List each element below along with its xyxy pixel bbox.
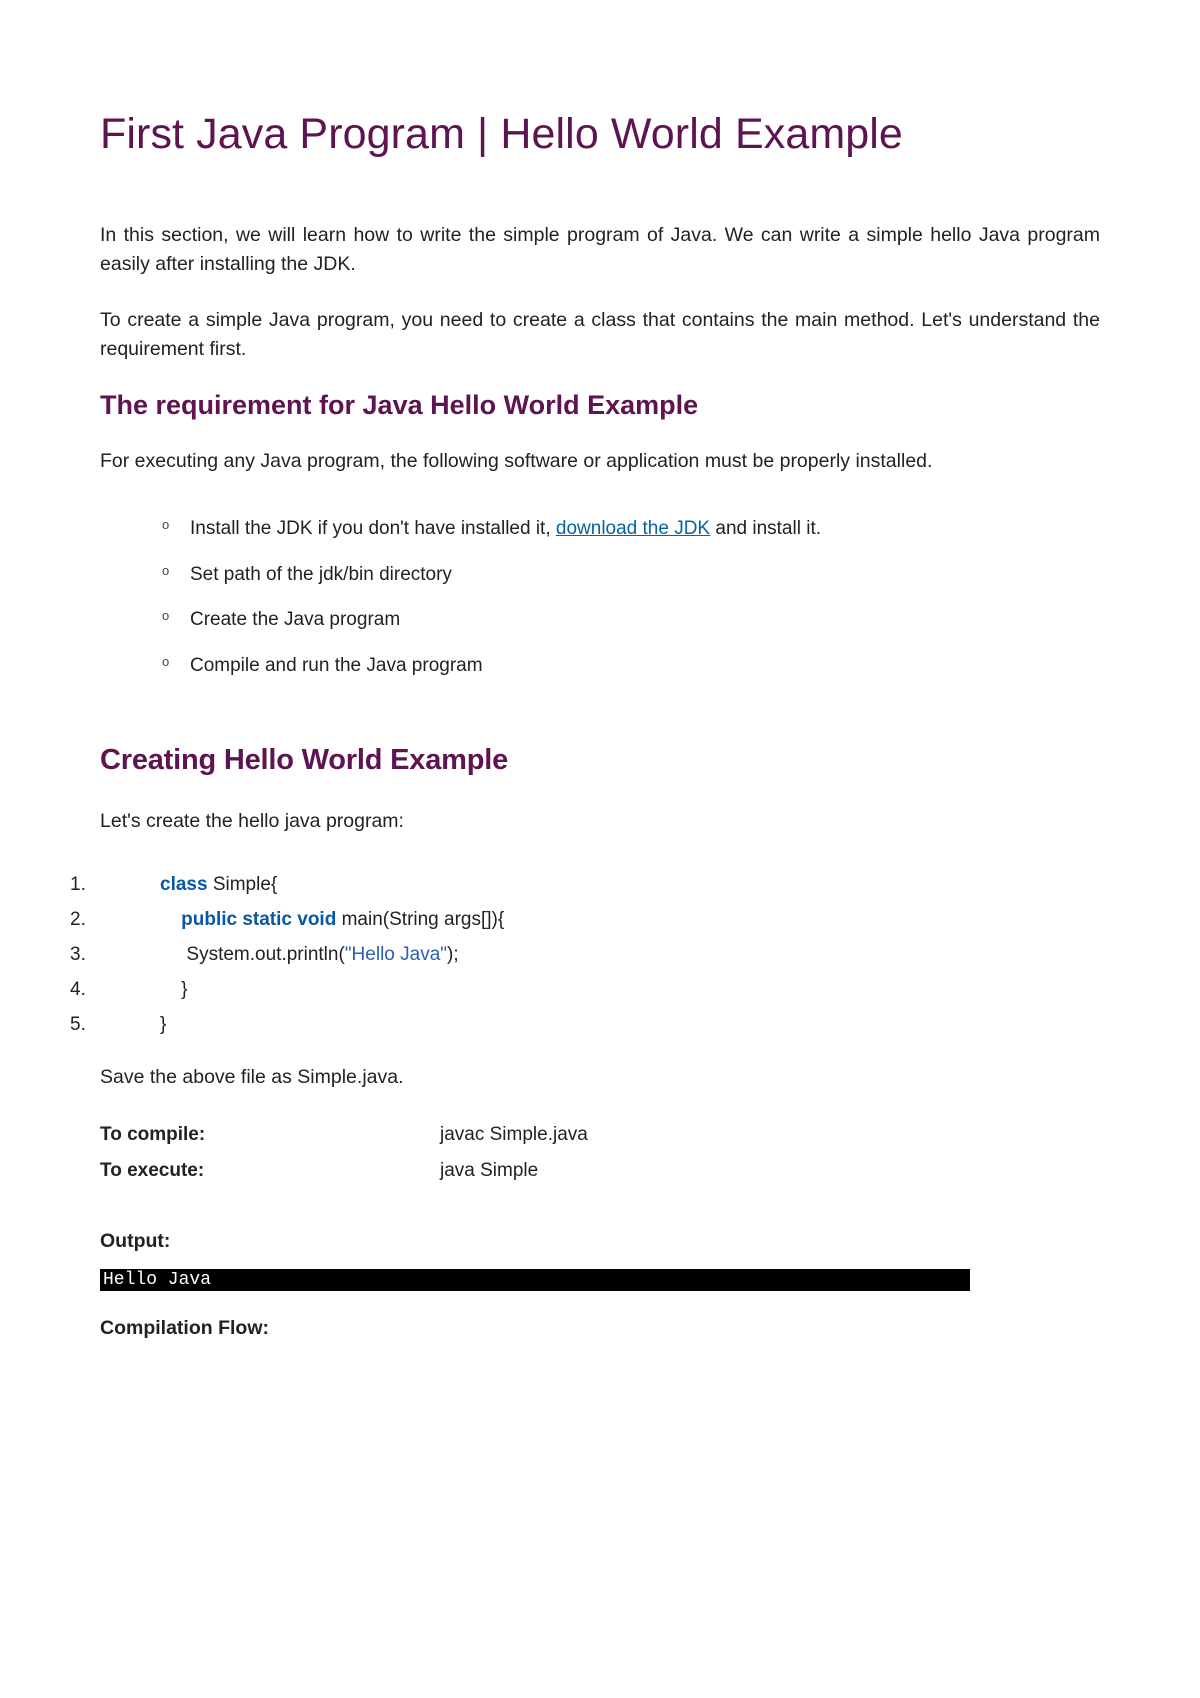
intro-paragraph-2: To create a simple Java program, you nee…: [100, 306, 1100, 365]
list-item-text-post: and install it.: [710, 518, 821, 539]
line-number: 5.: [70, 1007, 110, 1042]
requirement-description: For executing any Java program, the foll…: [100, 447, 1100, 476]
execute-command: java Simple: [440, 1153, 1100, 1189]
code-text: }: [160, 1014, 177, 1035]
line-number: 4.: [70, 972, 110, 1007]
list-item: Set path of the jdk/bin directory: [162, 552, 1100, 598]
download-jdk-link[interactable]: download the JDK: [556, 518, 710, 539]
table-row: To compile: javac Simple.java: [100, 1117, 1100, 1153]
code-content: class Simple{: [110, 867, 288, 902]
indent: [160, 979, 181, 1000]
page-title: First Java Program | Hello World Example: [100, 110, 1100, 159]
code-text: System.out.println(: [186, 944, 344, 965]
list-item-text-pre: Install the JDK if you don't have instal…: [190, 518, 556, 539]
line-number: 3.: [70, 937, 110, 972]
string-literal: "Hello Java": [345, 944, 447, 965]
code-line: 2. public static void main(String args[]…: [70, 902, 1100, 937]
code-block: 1. class Simple{ 2. public static void m…: [70, 867, 1100, 1043]
compile-command: javac Simple.java: [440, 1117, 1100, 1153]
execute-label: To execute:: [100, 1153, 440, 1189]
compilation-flow-label: Compilation Flow:: [100, 1317, 1100, 1340]
creating-description: Let's create the hello java program:: [100, 807, 1100, 836]
code-text: Simple{: [208, 874, 288, 895]
keyword: class: [160, 874, 208, 895]
list-item: Create the Java program: [162, 597, 1100, 643]
code-content: }: [110, 972, 198, 1007]
command-table: To compile: javac Simple.java To execute…: [100, 1117, 1100, 1189]
code-content: public static void main(String args[]){: [110, 902, 515, 937]
code-text: main(String args[]){: [336, 909, 514, 930]
table-row: To execute: java Simple: [100, 1153, 1100, 1189]
output-label: Output:: [100, 1230, 1100, 1253]
code-text: );: [447, 944, 469, 965]
save-instruction: Save the above file as Simple.java.: [100, 1066, 1100, 1089]
code-line: 3. System.out.println("Hello Java");: [70, 937, 1100, 972]
code-content: System.out.println("Hello Java");: [110, 937, 469, 972]
code-line: 1. class Simple{: [70, 867, 1100, 902]
list-item: Compile and run the Java program: [162, 643, 1100, 689]
compile-label: To compile:: [100, 1117, 440, 1153]
line-number: 2.: [70, 902, 110, 937]
code-line: 4. }: [70, 972, 1100, 1007]
code-text: }: [181, 979, 198, 1000]
list-item: Install the JDK if you don't have instal…: [162, 506, 1100, 552]
intro-paragraph-1: In this section, we will learn how to wr…: [100, 221, 1100, 280]
code-line: 5. }: [70, 1007, 1100, 1042]
indent: [160, 944, 186, 965]
creating-heading: Creating Hello World Example: [100, 744, 1100, 777]
indent: [160, 909, 181, 930]
requirement-list: Install the JDK if you don't have instal…: [162, 506, 1100, 688]
keyword: public static void: [181, 909, 336, 930]
requirement-heading: The requirement for Java Hello World Exa…: [100, 390, 1100, 421]
code-content: }: [110, 1007, 177, 1042]
line-number: 1.: [70, 867, 110, 902]
output-box: Hello Java: [100, 1269, 970, 1291]
